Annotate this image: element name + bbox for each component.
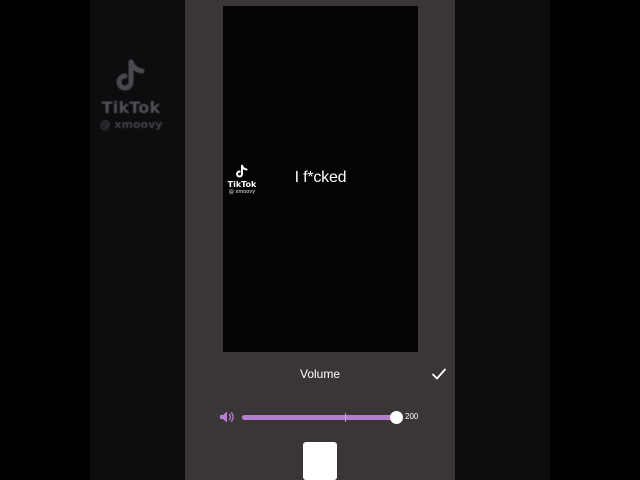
clip-thumbnail[interactable] (303, 442, 337, 480)
video-preview[interactable]: TikTok @ xmoovy I f*cked (223, 6, 418, 352)
watermark-handle: @ xmoovy (228, 189, 256, 195)
volume-slider[interactable] (242, 410, 403, 424)
tiktok-logo-icon (116, 59, 145, 91)
watermark-brand: TikTok (101, 98, 161, 117)
right-letterbox (550, 0, 640, 480)
slider-thumb[interactable] (390, 411, 403, 424)
slider-default-marker (345, 413, 346, 422)
speaker-volume-icon (220, 411, 234, 423)
volume-value: 200 (405, 412, 419, 421)
checkmark-icon[interactable] (431, 366, 447, 382)
left-letterbox (0, 0, 90, 480)
slider-fill (242, 415, 396, 420)
volume-panel: Volume 200 (185, 352, 455, 480)
video-caption: I f*cked (294, 169, 347, 186)
panel-title: Volume (299, 367, 341, 381)
screen: TikTok @ xmoovy TikTok @ xmoovy I f*cked… (0, 0, 640, 480)
blurred-background-right (455, 0, 550, 480)
editor-screen: TikTok @ xmoovy I f*cked Volume 200 (185, 0, 455, 480)
watermark-handle: @ xmoovy (99, 118, 163, 131)
blurred-tiktok-watermark: TikTok @ xmoovy (96, 58, 166, 131)
